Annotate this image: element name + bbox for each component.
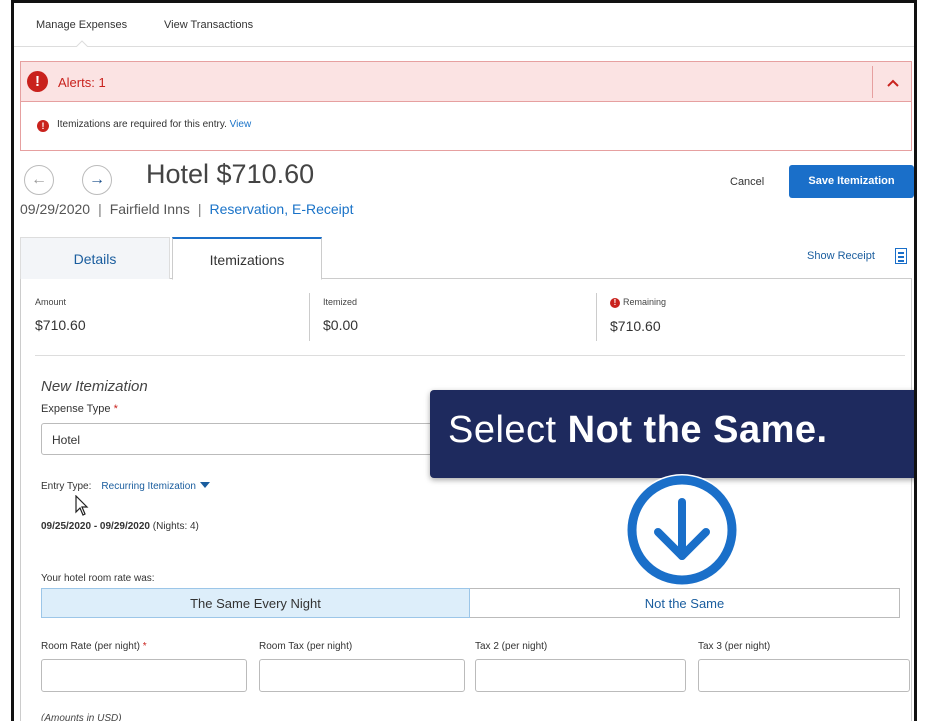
arrow-right-icon: → xyxy=(89,171,105,188)
section-title: New Itemization xyxy=(41,378,148,395)
dropdown-triangle-icon[interactable] xyxy=(199,482,210,488)
instruction-callout: Select Not the Same. xyxy=(430,390,914,478)
rate-question: Your hotel room rate was: xyxy=(41,573,155,584)
instruction-text: Select Not the Same. xyxy=(448,409,828,451)
tab-itemizations[interactable]: Itemizations xyxy=(172,237,322,280)
arrow-left-icon: ← xyxy=(31,171,47,188)
alert-message: Itemizations are required for this entry… xyxy=(57,119,227,130)
entry-vendor: Fairfield Inns xyxy=(109,201,190,217)
remaining-value: $710.60 xyxy=(610,318,661,334)
entry-type-dropdown[interactable]: Recurring Itemization xyxy=(101,481,195,492)
amount-value: $710.60 xyxy=(35,317,86,333)
entry-date: 09/29/2020 xyxy=(20,201,91,217)
receipt-info-link[interactable]: Reservation, E-Receipt xyxy=(210,201,354,217)
alert-message-row: ! Itemizations are required for this entr… xyxy=(37,119,251,132)
cancel-button[interactable]: Cancel xyxy=(730,176,764,188)
room-tax-input[interactable] xyxy=(259,659,465,692)
tab-details[interactable]: Details xyxy=(20,237,170,279)
alert-header[interactable]: ! Alerts: 1 xyxy=(21,62,911,102)
room-rate-input[interactable] xyxy=(41,659,247,692)
top-nav: Manage Expenses View Transactions xyxy=(14,3,914,47)
alert-exclamation-icon: ! xyxy=(27,71,48,92)
nav-view-transactions[interactable]: View Transactions xyxy=(164,19,253,31)
amount-label: Amount xyxy=(35,297,67,307)
itemization-panel: Amount $710.60 Itemized $0.00 ! Remaining… xyxy=(20,279,912,721)
nav-manage-expenses[interactable]: Manage Expenses xyxy=(36,19,127,31)
entry-type-row: Entry Type: Recurring Itemization xyxy=(41,481,210,492)
collapse-chevron-icon[interactable] xyxy=(883,72,903,92)
nights-count: (Nights: 4) xyxy=(152,521,199,532)
save-itemization-button[interactable]: Save Itemization xyxy=(789,165,914,198)
room-tax-label: Room Tax (per night) xyxy=(259,641,353,652)
date-range-row: 09/25/2020 - 09/29/2020 (Nights: 4) xyxy=(41,521,199,532)
entry-type-label: Entry Type: xyxy=(41,481,92,492)
tax2-input[interactable] xyxy=(475,659,686,692)
remaining-alert-icon: ! xyxy=(610,298,620,308)
remaining-label: ! Remaining xyxy=(610,297,666,308)
tab-bar: Details Itemizations xyxy=(20,237,912,280)
next-entry-button[interactable]: → xyxy=(82,165,112,195)
tax3-input[interactable] xyxy=(698,659,910,692)
room-rate-label: Room Rate (per night) * xyxy=(41,641,147,652)
itemized-value: $0.00 xyxy=(323,317,359,333)
summary-remaining: ! Remaining $710.60 xyxy=(610,297,666,334)
divider xyxy=(35,355,905,356)
summary-itemized: Itemized $0.00 xyxy=(323,297,358,333)
itemized-label: Itemized xyxy=(323,297,358,307)
summary-divider xyxy=(596,293,597,341)
alert-message-icon: ! xyxy=(37,120,49,132)
app-frame: Manage Expenses View Transactions ! Aler… xyxy=(11,0,917,721)
option-same-every-night[interactable]: The Same Every Night xyxy=(41,588,470,618)
previous-entry-button[interactable]: ← xyxy=(24,165,54,195)
page-title: Hotel $710.60 xyxy=(146,159,315,189)
expense-type-field[interactable]: Hotel xyxy=(41,423,461,455)
alert-panel: ! Alerts: 1 ! Itemizations are required f… xyxy=(20,61,912,151)
amounts-note: (Amounts in USD) xyxy=(41,713,122,721)
tax2-label: Tax 2 (per night) xyxy=(475,641,548,652)
separator: | xyxy=(197,201,202,217)
date-range: 09/25/2020 - 09/29/2020 xyxy=(41,521,150,532)
mouse-cursor-icon xyxy=(75,495,89,516)
entry-subtitle: 09/29/2020 | Fairfield Inns | Reservation, E… xyxy=(20,201,353,217)
option-not-the-same[interactable]: Not the Same xyxy=(470,588,900,618)
summary-amount: Amount $710.60 xyxy=(35,297,86,333)
tax3-label: Tax 3 (per night) xyxy=(698,641,771,652)
alert-divider xyxy=(872,66,873,98)
alert-view-link[interactable]: View xyxy=(230,119,252,130)
summary-divider xyxy=(309,293,310,341)
expense-type-label: Expense Type * xyxy=(41,403,118,415)
receipt-icon[interactable] xyxy=(895,248,907,264)
show-receipt-link[interactable]: Show Receipt xyxy=(807,250,875,262)
active-nav-caret-icon xyxy=(76,40,88,47)
separator: | xyxy=(98,201,102,217)
down-arrow-icon xyxy=(626,474,738,586)
alert-title: Alerts: 1 xyxy=(58,75,106,90)
